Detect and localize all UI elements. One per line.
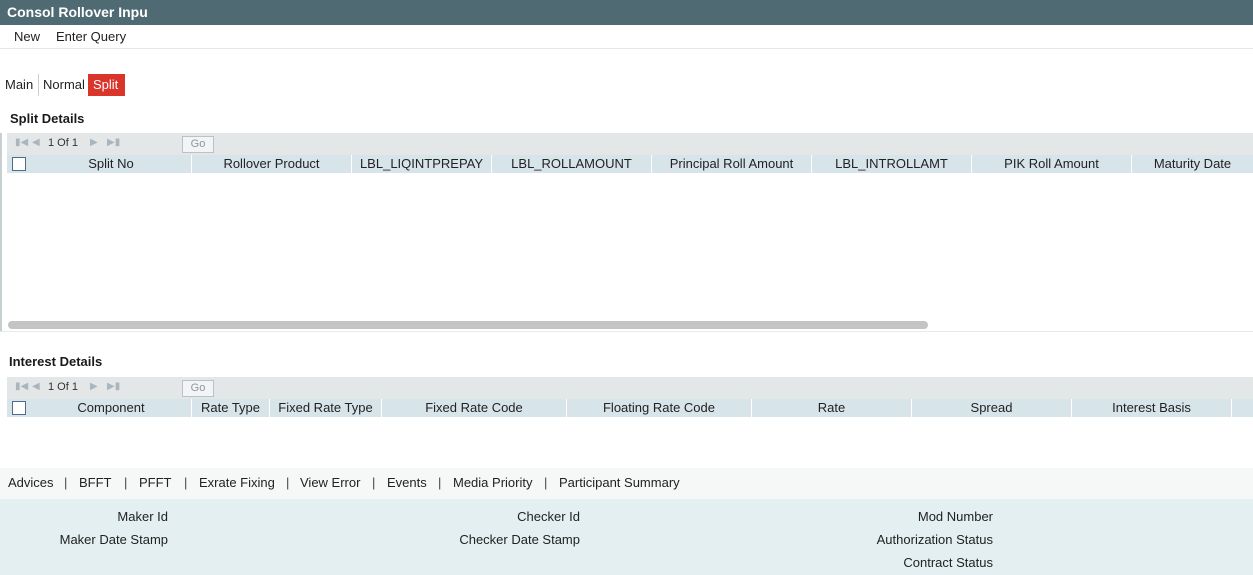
mod-number-label: Mod Number: [917, 509, 993, 524]
bfft-link[interactable]: BFFT: [79, 475, 112, 490]
separator: |: [438, 475, 442, 490]
split-details-title: Split Details: [10, 111, 85, 126]
new-button[interactable]: New: [14, 29, 40, 44]
column-header[interactable]: PIK Roll Amount: [972, 155, 1132, 173]
tab-split[interactable]: Split: [88, 74, 125, 96]
checker-id-label: Checker Id: [517, 509, 580, 524]
separator: |: [372, 475, 376, 490]
split-details-header: Split No Rollover Product LBL_LIQINTPREP…: [7, 155, 1253, 173]
column-header[interactable]: Rate: [752, 399, 912, 417]
next-page-icon[interactable]: ▶: [90, 381, 98, 392]
go-button[interactable]: Go: [182, 380, 214, 397]
last-page-icon[interactable]: ▶▮: [107, 137, 120, 148]
first-page-icon[interactable]: ▮◀: [15, 381, 28, 392]
column-header[interactable]: LBL_ROLLAMOUNT: [492, 155, 652, 173]
maker-date-stamp-label: Maker Date Stamp: [59, 532, 168, 547]
split-details-pager: ▮◀ ◀ 1 Of 1 ▶ ▶▮ Go: [7, 133, 1253, 155]
last-page-icon[interactable]: ▶▮: [107, 381, 120, 392]
contract-status-label: Contract Status: [903, 555, 993, 570]
previous-page-icon[interactable]: ◀: [32, 381, 40, 392]
footer-actions: Advices | BFFT | PFFT | Exrate Fixing | …: [0, 468, 1253, 499]
media-priority-link[interactable]: Media Priority: [453, 475, 532, 490]
authorization-status-label: Authorization Status: [876, 532, 993, 547]
go-button[interactable]: Go: [182, 136, 214, 153]
column-header[interactable]: Fixed Rate Code: [382, 399, 567, 417]
interest-details-pager: ▮◀ ◀ 1 Of 1 ▶ ▶▮ Go: [7, 377, 1253, 399]
separator: |: [184, 475, 188, 490]
enter-query-button[interactable]: Enter Query: [56, 29, 126, 44]
horizontal-scrollbar[interactable]: [8, 321, 928, 329]
column-header[interactable]: Split No: [31, 155, 192, 173]
previous-page-icon[interactable]: ◀: [32, 137, 40, 148]
column-header[interactable]: Component: [31, 399, 192, 417]
maker-id-label: Maker Id: [117, 509, 168, 524]
select-all-checkbox[interactable]: [12, 157, 26, 171]
column-header[interactable]: Fixed Rate Type: [270, 399, 382, 417]
page-info: 1 Of 1: [48, 137, 78, 149]
interest-details-header: Component Rate Type Fixed Rate Type Fixe…: [7, 399, 1253, 417]
tab-main[interactable]: Main: [1, 74, 39, 96]
column-header[interactable]: Interest Basis: [1072, 399, 1232, 417]
first-page-icon[interactable]: ▮◀: [15, 137, 28, 148]
grid-left-border: [0, 133, 2, 331]
column-header[interactable]: Floating Rate Code: [567, 399, 752, 417]
column-header[interactable]: Principal Roll Amount: [652, 155, 812, 173]
audit-panel: Maker Id Maker Date Stamp Checker Id Che…: [0, 499, 1253, 575]
next-page-icon[interactable]: ▶: [90, 137, 98, 148]
separator: |: [544, 475, 548, 490]
separator: |: [286, 475, 290, 490]
participant-summary-link[interactable]: Participant Summary: [559, 475, 680, 490]
select-all-checkbox[interactable]: [12, 401, 26, 415]
tab-normal[interactable]: Normal: [39, 74, 87, 96]
column-header[interactable]: LBL_LIQINTPREPAY: [352, 155, 492, 173]
exrate-fixing-link[interactable]: Exrate Fixing: [199, 475, 275, 490]
window-title: Consol Rollover Inpu: [0, 0, 1253, 25]
page-info: 1 Of 1: [48, 381, 78, 393]
column-header[interactable]: Spread: [912, 399, 1072, 417]
column-header[interactable]: Rollover Product: [192, 155, 352, 173]
column-header[interactable]: Rate Type: [192, 399, 270, 417]
interest-details-title: Interest Details: [9, 354, 103, 369]
pfft-link[interactable]: PFFT: [139, 475, 172, 490]
separator: |: [124, 475, 128, 490]
view-error-link[interactable]: View Error: [300, 475, 360, 490]
column-header[interactable]: Maturity Date: [1132, 155, 1253, 173]
divider: [0, 331, 1253, 332]
checker-date-stamp-label: Checker Date Stamp: [459, 532, 580, 547]
events-link[interactable]: Events: [387, 475, 427, 490]
advices-link[interactable]: Advices: [8, 475, 54, 490]
column-header[interactable]: LBL_INTROLLAMT: [812, 155, 972, 173]
separator: |: [64, 475, 68, 490]
menu-bar: New Enter Query: [0, 25, 1253, 49]
